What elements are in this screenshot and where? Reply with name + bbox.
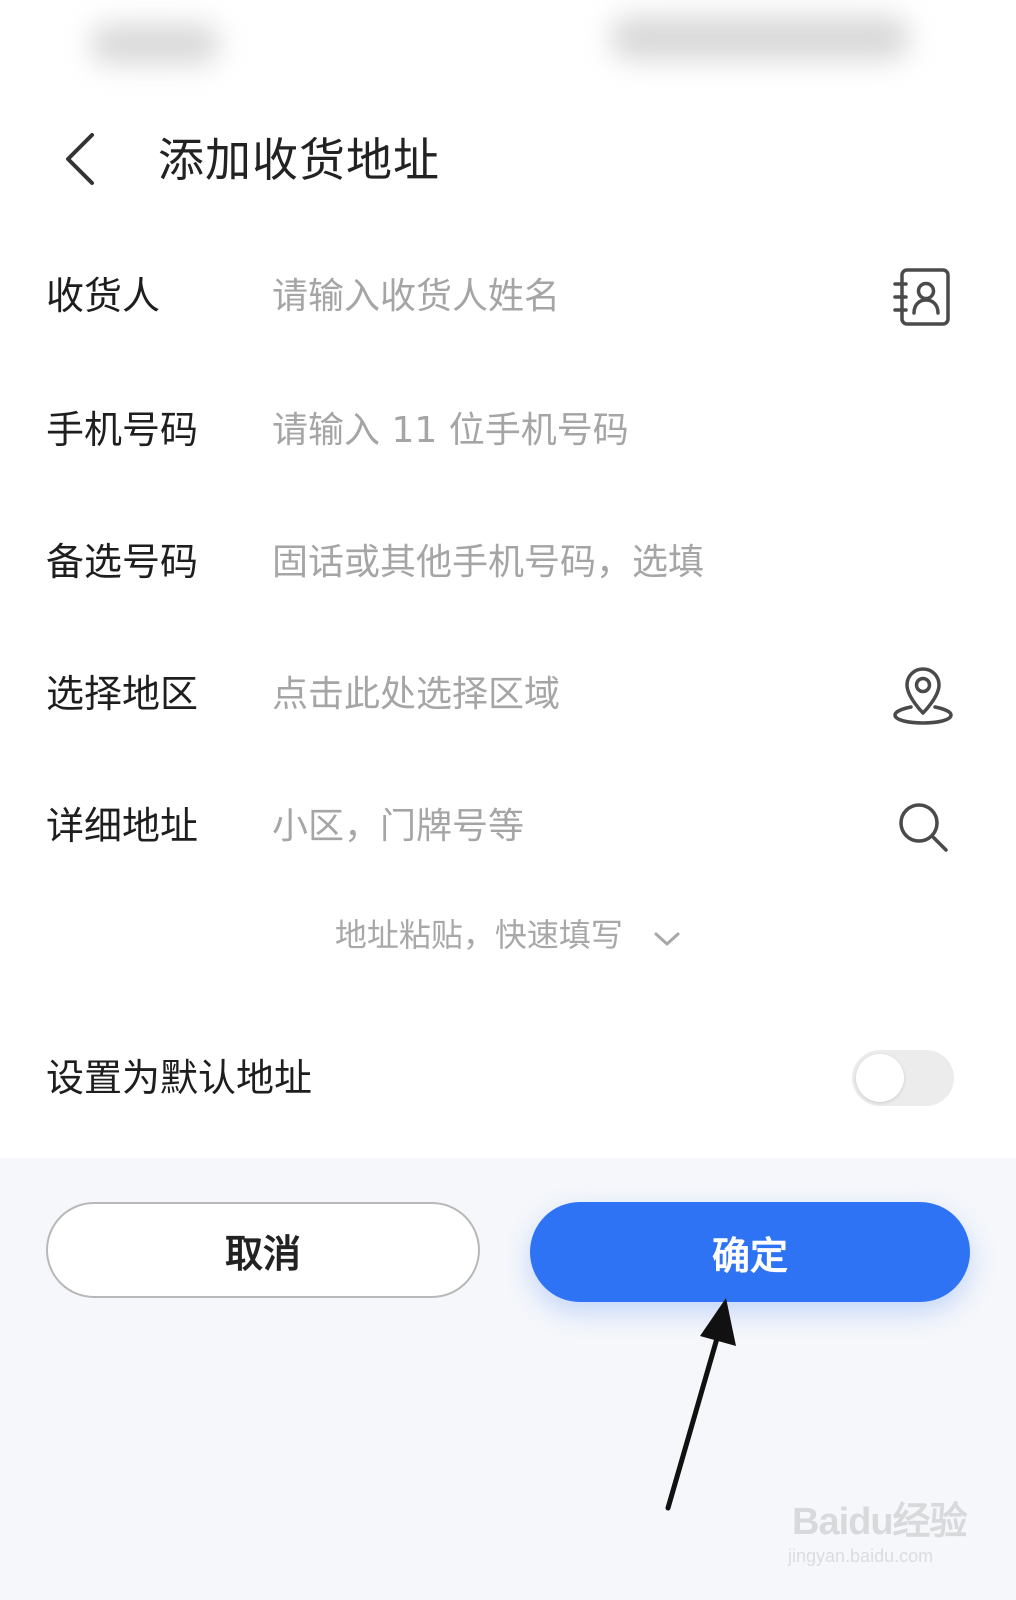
baidu-watermark: Baidu经验 jingyan.baidu.com (786, 1466, 976, 1576)
detail-input[interactable] (272, 796, 872, 856)
alt-phone-label: 备选号码 (46, 540, 199, 584)
phone-row: 手机号码 (0, 380, 1016, 480)
status-bar (0, 0, 1016, 100)
watermark-url: jingyan.baidu.com (788, 1546, 934, 1566)
location-button[interactable] (890, 662, 956, 728)
paste-address-label: 地址粘贴，快速填写 (334, 916, 623, 954)
default-address-label: 设置为默认地址 (46, 1056, 313, 1100)
toggle-knob (856, 1054, 904, 1102)
page-title: 添加收货地址 (158, 133, 440, 187)
detail-row: 详细地址 (0, 776, 1016, 876)
contacts-button[interactable] (890, 264, 956, 330)
location-pin-icon (893, 667, 953, 725)
phone-label: 手机号码 (46, 408, 199, 452)
contact-book-icon (893, 268, 950, 326)
status-blur-left (90, 24, 220, 64)
confirm-button[interactable]: 确定 (530, 1202, 970, 1302)
detail-label: 详细地址 (46, 804, 199, 848)
default-address-row: 设置为默认地址 (0, 1030, 1016, 1130)
annotation-arrow (665, 1298, 736, 1511)
recipient-label: 收货人 (46, 274, 161, 318)
phone-input[interactable] (272, 400, 872, 460)
region-row[interactable]: 选择地区 (0, 644, 1016, 744)
status-blur-right (610, 16, 910, 60)
watermark-brand: Baidu经验 (792, 1501, 968, 1543)
page-header: 添加收货地址 (0, 110, 1016, 210)
recipient-input[interactable] (272, 266, 872, 326)
alt-phone-row: 备选号码 (0, 512, 1016, 612)
back-button[interactable] (50, 124, 110, 194)
chevron-left-icon (66, 133, 94, 185)
chevron-down-icon (653, 914, 681, 960)
search-button[interactable] (890, 794, 956, 860)
region-label: 选择地区 (46, 672, 199, 716)
alt-phone-input[interactable] (272, 532, 872, 592)
cancel-button[interactable]: 取消 (46, 1202, 480, 1298)
paste-address-toggle[interactable]: 地址粘贴，快速填写 (0, 912, 1016, 960)
search-icon (899, 803, 948, 852)
region-input[interactable] (272, 664, 872, 724)
recipient-row: 收货人 (0, 246, 1016, 346)
default-address-toggle[interactable] (852, 1050, 954, 1106)
